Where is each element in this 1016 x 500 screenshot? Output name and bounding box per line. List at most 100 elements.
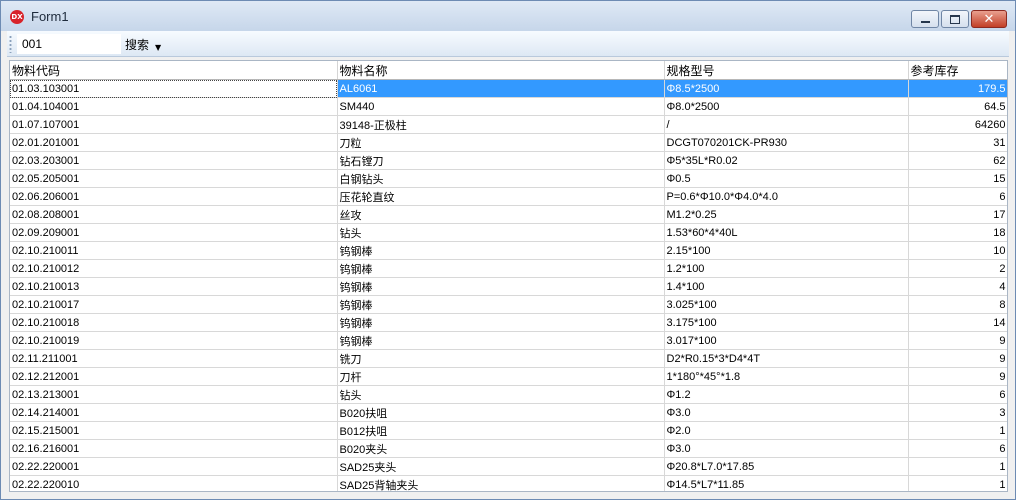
column-header[interactable]: 物料代码 [10, 61, 338, 80]
table-row[interactable]: 02.08.208001 丝攻 M1.2*0.25 17 [10, 205, 1007, 224]
table-row[interactable]: 02.15.215001 B012扶咀 Φ2.0 1 [10, 421, 1007, 440]
table-cell[interactable]: 4 [908, 277, 1007, 296]
table-cell[interactable]: 铣刀 [337, 349, 665, 368]
table-cell[interactable]: 6 [908, 385, 1007, 404]
table-row[interactable]: 02.03.203001 钻石镗刀 Φ5*35L*R0.02 62 [10, 151, 1007, 170]
table-cell[interactable]: 02.06.206001 [10, 187, 338, 206]
table-cell[interactable]: Φ20.8*L7.0*17.85 [664, 457, 909, 476]
table-cell[interactable]: 62 [908, 151, 1007, 170]
table-cell[interactable]: 02.10.210017 [10, 295, 338, 314]
table-row[interactable]: 02.13.213001 钻头 Φ1.2 6 [10, 385, 1007, 404]
table-cell[interactable]: 1*180°*45°*1.8 [664, 367, 909, 386]
table-cell[interactable]: Φ8.0*2500 [664, 97, 909, 116]
table-cell[interactable]: 刀粒 [337, 133, 665, 152]
table-cell[interactable]: 02.01.201001 [10, 133, 338, 152]
maximize-button[interactable] [941, 10, 969, 28]
table-row[interactable]: 02.12.212001 刀杆 1*180°*45°*1.8 9 [10, 367, 1007, 386]
table-cell[interactable]: 02.10.210011 [10, 241, 338, 260]
table-cell[interactable]: AL6061 [337, 79, 665, 98]
table-cell[interactable]: 64.5 [908, 97, 1007, 116]
title-bar[interactable]: DX Form1 ✕ [1, 1, 1015, 31]
table-cell[interactable]: 8 [908, 295, 1007, 314]
table-cell[interactable]: 1 [908, 457, 1007, 476]
table-cell[interactable]: Φ0.5 [664, 169, 909, 188]
table-cell[interactable]: Φ2.0 [664, 421, 909, 440]
table-row[interactable]: 02.10.210017 钨钢棒 3.025*100 8 [10, 295, 1007, 314]
table-cell[interactable]: 1.2*100 [664, 259, 909, 278]
table-row[interactable]: 02.10.210019 钨钢棒 3.017*100 9 [10, 331, 1007, 350]
table-row[interactable]: 02.14.214001 B020扶咀 Φ3.0 3 [10, 403, 1007, 422]
table-cell[interactable]: 钨钢棒 [337, 331, 665, 350]
table-cell[interactable]: 钨钢棒 [337, 277, 665, 296]
table-cell[interactable]: 钨钢棒 [337, 259, 665, 278]
minimize-button[interactable] [911, 10, 939, 28]
table-cell[interactable]: 1.4*100 [664, 277, 909, 296]
table-cell[interactable]: 钻石镗刀 [337, 151, 665, 170]
table-cell[interactable]: 3.017*100 [664, 331, 909, 350]
table-row[interactable]: 01.03.103001 AL6061 Φ8.5*2500 179.5 [10, 79, 1007, 98]
table-cell[interactable]: 白钢钻头 [337, 169, 665, 188]
table-row[interactable]: 02.01.201001 刀粒 DCGT070201CK-PR930 31 [10, 133, 1007, 152]
table-cell[interactable]: 02.10.210018 [10, 313, 338, 332]
table-cell[interactable]: B020夹头 [337, 439, 665, 458]
table-cell[interactable]: Φ14.5*L7*11.85 [664, 475, 909, 491]
table-cell[interactable]: M1.2*0.25 [664, 205, 909, 224]
table-cell[interactable]: 钻头 [337, 385, 665, 404]
table-cell[interactable]: SAD25背轴夹头 [337, 475, 665, 491]
table-row[interactable]: 01.04.104001 SM440 Φ8.0*2500 64.5 [10, 97, 1007, 116]
table-cell[interactable]: B012扶咀 [337, 421, 665, 440]
table-cell[interactable]: 3.025*100 [664, 295, 909, 314]
table-cell[interactable]: 01.03.103001 [10, 79, 338, 98]
table-cell[interactable]: 39148-正极柱 [337, 115, 665, 134]
table-cell[interactable]: 钨钢棒 [337, 313, 665, 332]
table-row[interactable]: 02.05.205001 白钢钻头 Φ0.5 15 [10, 169, 1007, 188]
column-header[interactable]: 参考库存 [908, 61, 1007, 80]
table-cell[interactable]: 02.10.210012 [10, 259, 338, 278]
table-cell[interactable]: 1.53*60*4*40L [664, 223, 909, 242]
table-cell[interactable]: 钨钢棒 [337, 241, 665, 260]
table-cell[interactable]: 01.07.107001 [10, 115, 338, 134]
table-row[interactable]: 02.22.220001 SAD25夹头 Φ20.8*L7.0*17.85 1 [10, 457, 1007, 476]
toolbar-grip-icon[interactable] [9, 35, 12, 53]
table-cell[interactable]: 02.14.214001 [10, 403, 338, 422]
table-row[interactable]: 02.09.209001 钻头 1.53*60*4*40L 18 [10, 223, 1007, 242]
table-cell[interactable]: 02.13.213001 [10, 385, 338, 404]
table-cell[interactable]: 6 [908, 187, 1007, 206]
table-cell[interactable]: 02.15.215001 [10, 421, 338, 440]
table-cell[interactable]: 9 [908, 367, 1007, 386]
table-cell[interactable]: 3 [908, 403, 1007, 422]
table-cell[interactable]: 钨钢棒 [337, 295, 665, 314]
table-cell[interactable]: 丝攻 [337, 205, 665, 224]
table-cell[interactable]: SM440 [337, 97, 665, 116]
table-cell[interactable]: 14 [908, 313, 1007, 332]
table-cell[interactable]: Φ3.0 [664, 403, 909, 422]
table-cell[interactable]: 02.11.211001 [10, 349, 338, 368]
table-row[interactable]: 02.11.211001 铣刀 D2*R0.15*3*D4*4T 9 [10, 349, 1007, 368]
material-grid[interactable]: 物料代码 物料名称 规格型号 参考库存 01.03.103001 AL6061 Φ8.5*… [9, 60, 1008, 492]
table-row[interactable]: 02.10.210018 钨钢棒 3.175*100 14 [10, 313, 1007, 332]
table-cell[interactable]: 2.15*100 [664, 241, 909, 260]
table-cell[interactable]: 钻头 [337, 223, 665, 242]
table-cell[interactable]: 2 [908, 259, 1007, 278]
table-row[interactable]: 02.10.210012 钨钢棒 1.2*100 2 [10, 259, 1007, 278]
table-cell[interactable]: 02.05.205001 [10, 169, 338, 188]
table-cell[interactable]: 02.22.220001 [10, 457, 338, 476]
table-cell[interactable]: Φ3.0 [664, 439, 909, 458]
table-cell[interactable]: 02.12.212001 [10, 367, 338, 386]
table-cell[interactable]: 02.08.208001 [10, 205, 338, 224]
search-input[interactable] [17, 34, 121, 54]
table-cell[interactable]: P=0.6*Φ10.0*Φ4.0*4.0 [664, 187, 909, 206]
table-cell[interactable]: B020扶咀 [337, 403, 665, 422]
table-row[interactable]: 02.22.220010 SAD25背轴夹头 Φ14.5*L7*11.85 1 [10, 475, 1007, 491]
table-cell[interactable]: 压花轮直纹 [337, 187, 665, 206]
table-cell[interactable]: D2*R0.15*3*D4*4T [664, 349, 909, 368]
table-cell[interactable]: 1 [908, 475, 1007, 491]
table-cell[interactable]: SAD25夹头 [337, 457, 665, 476]
table-cell[interactable]: 1 [908, 421, 1007, 440]
table-cell[interactable]: Φ1.2 [664, 385, 909, 404]
table-cell[interactable]: / [664, 115, 909, 134]
table-cell[interactable]: 9 [908, 349, 1007, 368]
search-button[interactable]: 搜索 ▼ [125, 34, 161, 54]
table-cell[interactable]: 15 [908, 169, 1007, 188]
table-row[interactable]: 02.16.216001 B020夹头 Φ3.0 6 [10, 439, 1007, 458]
